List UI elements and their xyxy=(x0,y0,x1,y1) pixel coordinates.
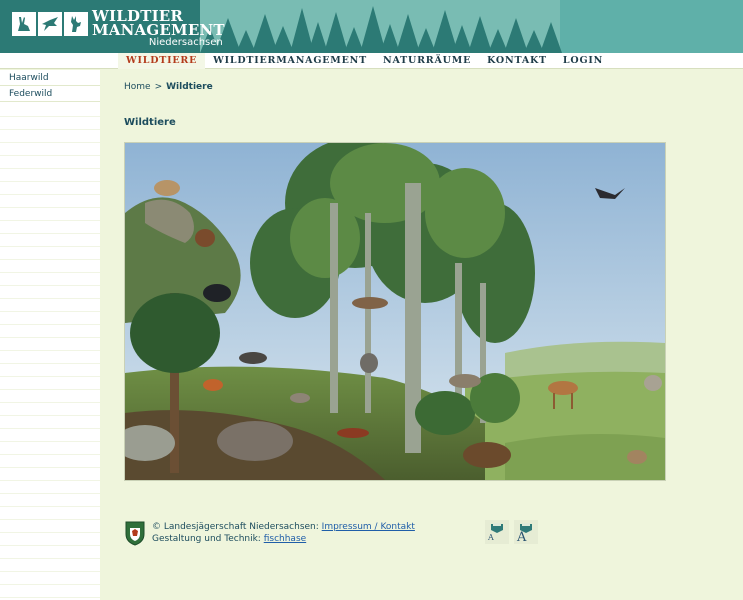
sidebar-background xyxy=(0,104,100,600)
sidebar: Haarwild Federwild xyxy=(0,70,100,600)
font-size-large-button[interactable]: A xyxy=(514,520,538,545)
site-logo-text[interactable]: WILDTIER MANAGEMENT Niedersachsen xyxy=(92,9,225,49)
breadcrumb-separator: > xyxy=(154,82,163,92)
impressum-link[interactable]: Impressum / Kontakt xyxy=(322,522,415,532)
breadcrumb: Home > Wildtiere xyxy=(124,82,213,92)
breadcrumb-current: Wildtiere xyxy=(166,82,213,92)
font-small-glyph: A xyxy=(488,533,494,542)
nav-item-login[interactable]: LOGIN xyxy=(555,53,611,69)
font-large-glyph: A xyxy=(517,530,527,545)
sidebar-item-federwild[interactable]: Federwild xyxy=(0,86,100,102)
nav-item-naturraeume[interactable]: NATURRÄUME xyxy=(375,53,479,69)
sidebar-item-haarwild[interactable]: Haarwild xyxy=(0,70,100,86)
landesjaegerschaft-crest-icon xyxy=(124,520,146,546)
footer-copyright-line: © Landesjägerschaft Niedersachsen: Impre… xyxy=(152,521,415,533)
fischhase-link[interactable]: fischhase xyxy=(264,534,306,544)
logo-line-management: MANAGEMENT xyxy=(92,21,225,39)
deer-icon xyxy=(64,12,88,36)
nav-item-wildtiere[interactable]: WILDTIERE xyxy=(118,53,206,69)
nav-item-wildtiermanagement[interactable]: WILDTIERMANAGEMENT xyxy=(205,53,375,69)
footer-design-label: Gestaltung und Technik: xyxy=(152,534,261,544)
logo-icons[interactable] xyxy=(12,12,88,36)
footer-copyright: © Landesjägerschaft Niedersachsen: xyxy=(152,522,319,532)
font-size-small-button[interactable]: A xyxy=(485,520,509,544)
main-navigation-bar: WILDTIERE WILDTIERMANAGEMENT NATURRÄUME … xyxy=(0,53,743,69)
footer-text: © Landesjägerschaft Niedersachsen: Impre… xyxy=(152,521,415,545)
nav-item-kontakt[interactable]: KONTAKT xyxy=(479,53,555,69)
rabbit-icon xyxy=(12,12,36,36)
site-header: WILDTIER MANAGEMENT Niedersachsen xyxy=(0,0,743,53)
bird-icon xyxy=(38,12,62,36)
breadcrumb-home[interactable]: Home xyxy=(124,82,151,92)
page-title: Wildtiere xyxy=(124,117,176,128)
main-navigation: WILDTIERE WILDTIERMANAGEMENT NATURRÄUME … xyxy=(118,53,611,69)
wildlife-scene-image[interactable] xyxy=(124,142,666,481)
footer-design-line: Gestaltung und Technik: fischhase xyxy=(152,533,415,545)
